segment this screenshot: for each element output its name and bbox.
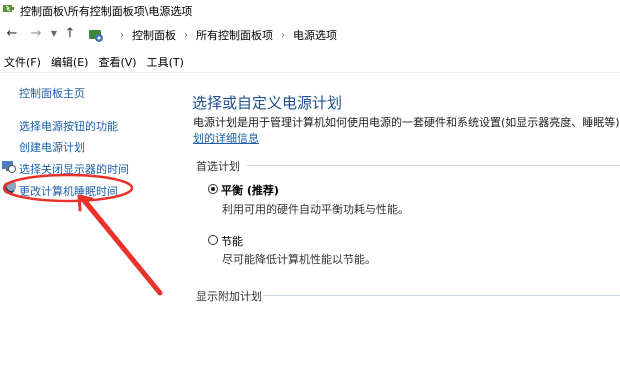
additional-plans-heading: 显示附加计划 — [196, 290, 262, 303]
divider — [0, 72, 620, 73]
plan-name-power-saver: 节能 — [221, 235, 243, 248]
sidebar-item-sleep-time[interactable]: 更改计算机睡眠时间 — [19, 183, 118, 199]
group-divider — [263, 295, 620, 296]
preferred-plans-heading: 首选计划 — [196, 160, 240, 173]
plan-desc-balanced: 利用可用的硬件自动平衡功耗与性能。 — [222, 203, 409, 216]
sidebar-item-create-plan[interactable]: 创建电源计划 — [19, 139, 85, 155]
breadcrumb-item[interactable]: 电源选项 — [293, 27, 337, 43]
plan-name-balanced: 平衡 (推荐) — [221, 184, 279, 197]
monitor-clock-icon — [2, 161, 16, 173]
power-options-icon — [3, 5, 14, 12]
arrow-left-icon[interactable]: ← — [4, 26, 20, 42]
breadcrumb-item[interactable]: 所有控制面板项 — [196, 27, 273, 43]
plan-desc-power-saver: 尽可能降低计算机性能以节能。 — [222, 253, 376, 266]
menu-view[interactable]: 查看(V) — [94, 54, 142, 70]
radio-power-saver[interactable] — [208, 235, 218, 245]
menu-edit[interactable]: 编辑(E) — [47, 54, 95, 70]
page-description: 电源计划是用于管理计算机如何使用电源的一套硬件和系统设置(如显示器亮度、睡眠等)… — [193, 116, 620, 129]
sidebar-item-control-panel-home[interactable]: 控制面板主页 — [19, 85, 85, 101]
menu-file[interactable]: 文件(F) — [0, 54, 47, 70]
chevron-down-icon[interactable]: ▼ — [46, 26, 62, 42]
moon-icon — [3, 181, 16, 194]
arrow-up-icon[interactable]: ↑ — [62, 26, 78, 42]
address-bar: ← → ▼ ↑ › 控制面板 › 所有控制面板项 › 电源选项 — [0, 24, 620, 46]
chevron-right-icon: › — [120, 29, 124, 41]
sidebar: 控制面板主页 选择电源按钮的功能 创建电源计划 选择关闭显示器的时间 更改计算机… — [0, 78, 180, 238]
window-title: 控制面板\所有控制面板项\电源选项 — [20, 5, 193, 18]
group-divider — [247, 165, 620, 166]
breadcrumb: › 控制面板 › 所有控制面板项 › 电源选项 — [88, 26, 337, 44]
menu-bar: 文件(F) 编辑(E) 查看(V) 工具(T) — [0, 52, 620, 72]
chevron-right-icon: › — [184, 29, 188, 41]
breadcrumb-item[interactable]: 控制面板 — [132, 27, 176, 43]
page-title: 选择或自定义电源计划 — [192, 94, 343, 112]
title-bar: 控制面板\所有控制面板项\电源选项 — [0, 0, 620, 22]
radio-selected-dot — [211, 187, 215, 191]
sidebar-item-display-off-time[interactable]: 选择关闭显示器的时间 — [19, 161, 129, 177]
sidebar-item-power-button[interactable]: 选择电源按钮的功能 — [19, 118, 118, 134]
arrow-right-icon[interactable]: → — [28, 26, 44, 42]
control-panel-icon — [89, 30, 103, 42]
chevron-right-icon: › — [281, 29, 285, 41]
plan-details-link[interactable]: 划的详细信息 — [193, 130, 259, 146]
radio-balanced[interactable] — [208, 184, 218, 194]
menu-tools[interactable]: 工具(T) — [143, 54, 190, 70]
